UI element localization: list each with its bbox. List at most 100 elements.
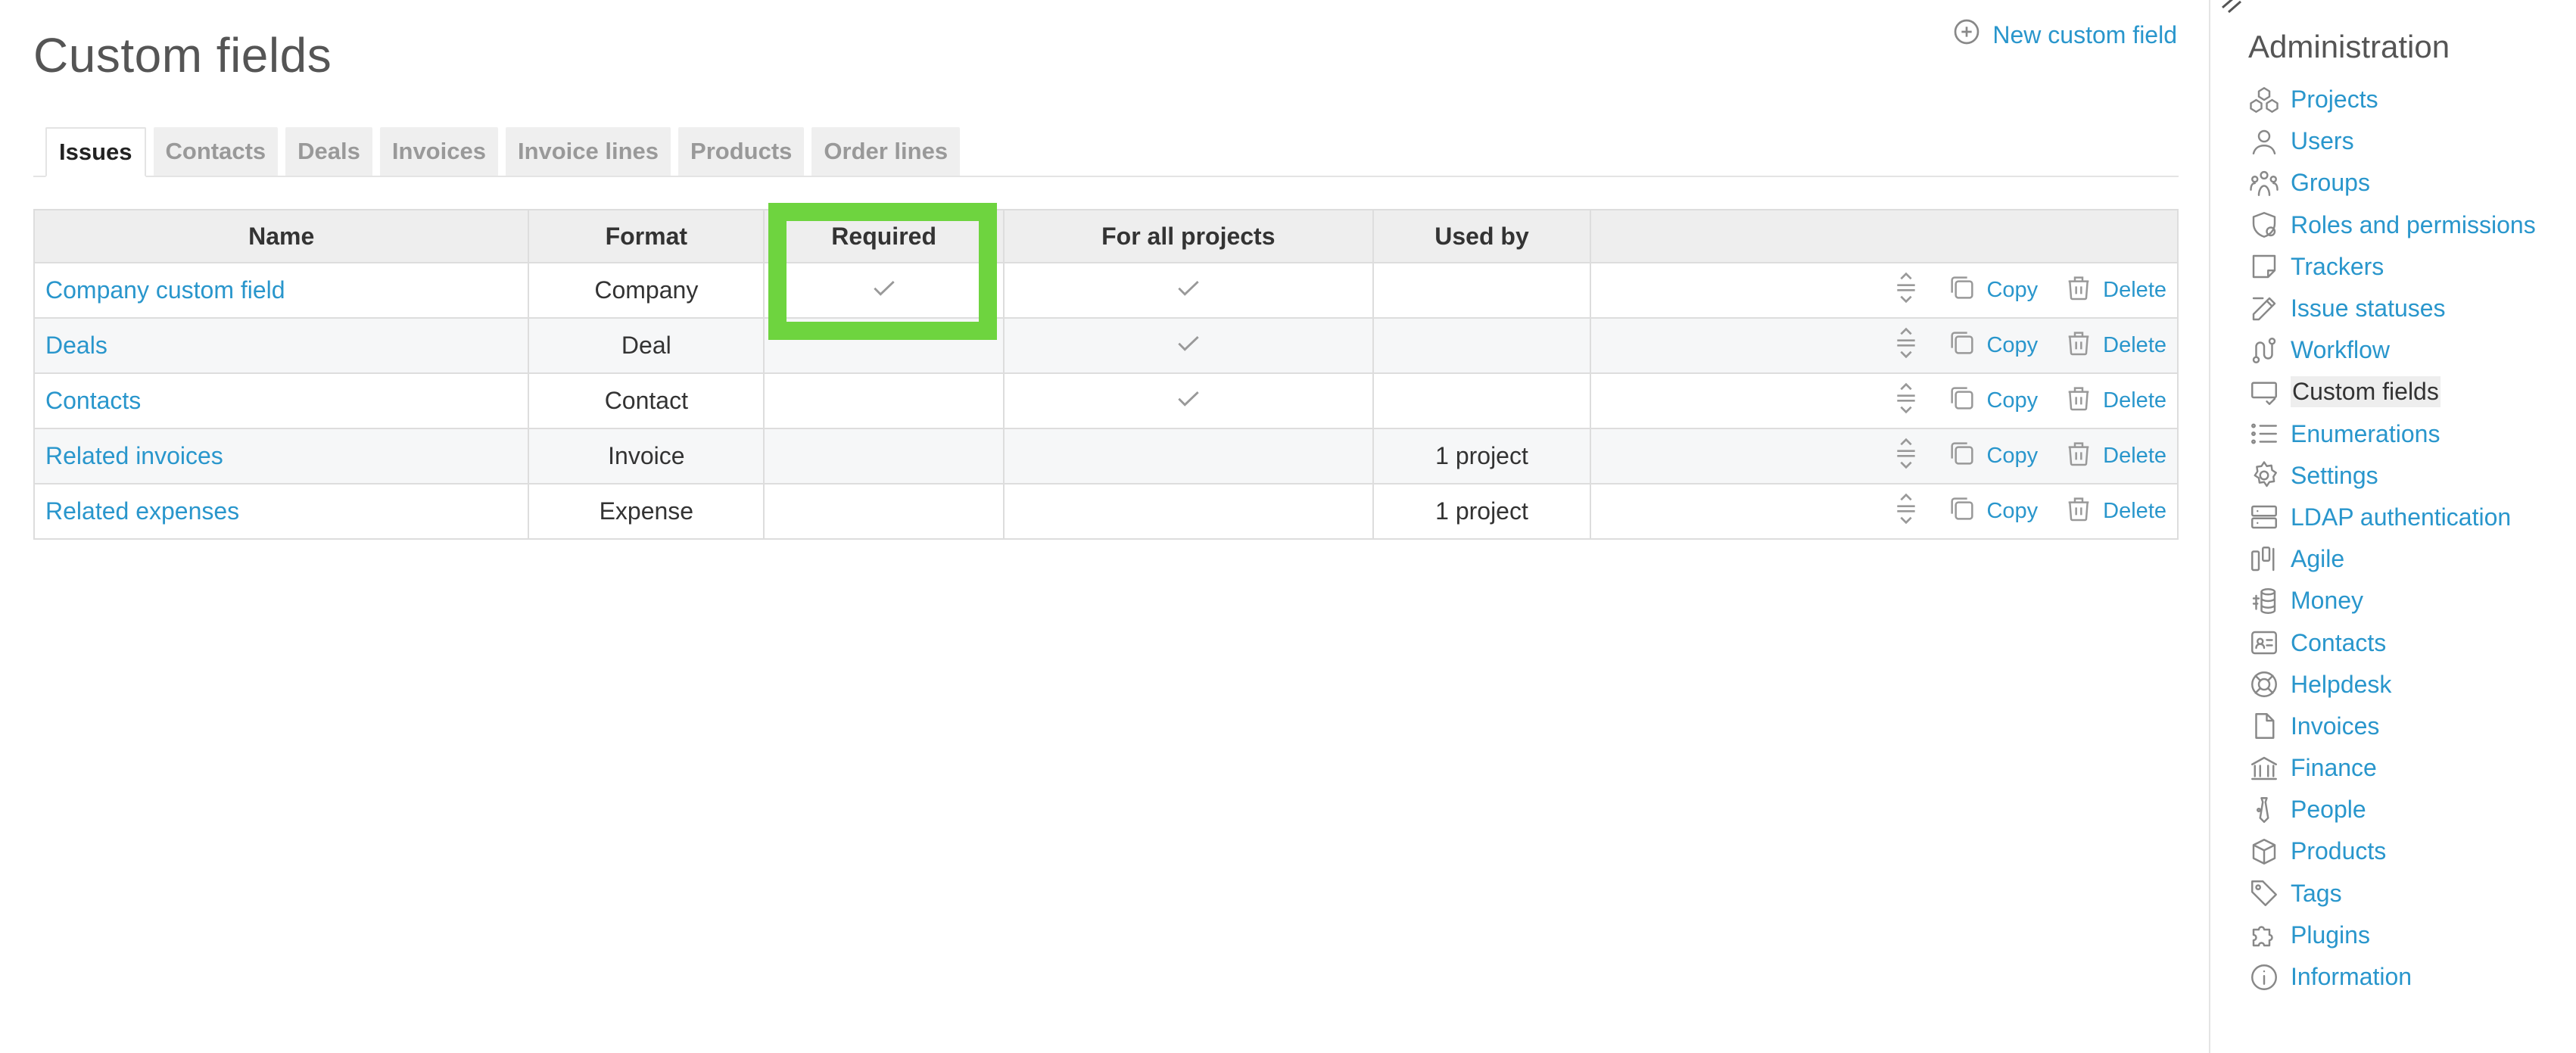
custom-field-link[interactable]: Related expenses <box>45 497 239 525</box>
sidebar-item-trackers[interactable]: Trackers <box>2248 246 2566 288</box>
delete-label: Delete <box>2103 333 2166 357</box>
copy-button[interactable]: Copy <box>1947 273 2038 309</box>
sidebar-item-people[interactable]: People <box>2248 789 2566 830</box>
new-custom-field-link[interactable]: New custom field <box>1951 17 2177 53</box>
sidebar-item-label[interactable]: Agile <box>2291 545 2344 573</box>
custom-field-link[interactable]: Deals <box>45 332 107 359</box>
sidebar-item-label[interactable]: Enumerations <box>2291 420 2440 448</box>
custom-field-link[interactable]: Contacts <box>45 387 141 414</box>
column-header-for-all-projects[interactable]: For all projects <box>1003 209 1374 263</box>
sidebar-item-label[interactable]: Products <box>2291 837 2386 865</box>
sidebar-item-label[interactable]: Workflow <box>2291 336 2390 364</box>
cell-for-all-projects <box>1003 262 1374 319</box>
sidebar-item-information[interactable]: Information <box>2248 956 2566 998</box>
custom-field-link[interactable]: Company custom field <box>45 276 285 304</box>
sidebar-item-label[interactable]: People <box>2291 796 2366 824</box>
copy-label: Copy <box>1986 444 2039 468</box>
sidebar-item-projects[interactable]: Projects <box>2248 79 2566 120</box>
cell-required <box>763 483 1005 540</box>
sidebar-item-label[interactable]: Settings <box>2291 462 2378 490</box>
sidebar-item-label[interactable]: Issue statuses <box>2291 294 2446 322</box>
workflow-icon <box>2248 335 2280 366</box>
sidebar-item-roles-and-permissions[interactable]: Roles and permissions <box>2248 204 2566 246</box>
tab-products[interactable]: Products <box>678 127 805 176</box>
sidebar-item-products[interactable]: Products <box>2248 830 2566 872</box>
tie-icon <box>2248 794 2280 826</box>
sidebar-item-label[interactable]: Information <box>2291 963 2412 991</box>
sidebar-item-agile[interactable]: Agile <box>2248 538 2566 580</box>
sidebar-item-plugins[interactable]: Plugins <box>2248 914 2566 956</box>
money-icon <box>2248 585 2280 617</box>
cell-for-all-projects <box>1003 372 1374 429</box>
sidebar-item-label[interactable]: Helpdesk <box>2291 671 2391 699</box>
sidebar-item-issue-statuses[interactable]: Issue statuses <box>2248 288 2566 329</box>
sidebar-item-label[interactable]: Trackers <box>2291 253 2384 281</box>
delete-label: Delete <box>2103 499 2166 523</box>
sidebar-item-custom-fields[interactable]: Custom fields <box>2248 371 2566 413</box>
copy-button[interactable]: Copy <box>1947 328 2038 364</box>
tab-invoices[interactable]: Invoices <box>379 127 498 176</box>
tab-order-lines[interactable]: Order lines <box>811 127 961 176</box>
sidebar-item-label[interactable]: LDAP authentication <box>2291 503 2511 531</box>
delete-button[interactable]: Delete <box>2064 438 2166 475</box>
copy-button[interactable]: Copy <box>1947 494 2038 530</box>
sidebar-item-helpdesk[interactable]: Helpdesk <box>2248 664 2566 706</box>
column-header-required[interactable]: Required <box>763 209 1005 263</box>
sidebar-item-groups[interactable]: Groups <box>2248 162 2566 204</box>
edit-icon <box>2248 293 2280 325</box>
shield-icon <box>2248 209 2280 241</box>
tab-invoice-lines[interactable]: Invoice lines <box>505 127 671 176</box>
cell-required <box>763 372 1005 429</box>
cell-actions: Copy Delete <box>1590 428 2179 484</box>
sort-handle-icon[interactable] <box>1891 382 1921 421</box>
sidebar-item-label[interactable]: Users <box>2291 127 2354 155</box>
delete-button[interactable]: Delete <box>2064 273 2166 309</box>
delete-label: Delete <box>2103 278 2166 302</box>
checkmark-icon <box>1174 335 1203 363</box>
tab-contacts[interactable]: Contacts <box>153 127 279 176</box>
sidebar-item-finance[interactable]: Finance <box>2248 747 2566 789</box>
delete-button[interactable]: Delete <box>2064 494 2166 530</box>
collapse-sidebar-icon[interactable] <box>2219 0 2250 15</box>
sidebar-item-contacts[interactable]: Contacts <box>2248 622 2566 663</box>
tab-issues[interactable]: Issues <box>45 127 146 177</box>
tab-deals[interactable]: Deals <box>285 127 372 176</box>
sidebar-item-label[interactable]: Groups <box>2291 169 2370 197</box>
copy-icon <box>1947 383 1977 419</box>
note-icon <box>2248 251 2280 282</box>
sort-handle-icon[interactable] <box>1891 271 1921 310</box>
sort-handle-icon[interactable] <box>1891 492 1921 531</box>
copy-button[interactable]: Copy <box>1947 438 2038 475</box>
custom-field-icon <box>2248 376 2280 408</box>
sidebar-item-label[interactable]: Projects <box>2291 86 2378 114</box>
cell-for-all-projects <box>1003 317 1374 374</box>
box-icon <box>2248 836 2280 868</box>
sort-handle-icon[interactable] <box>1891 437 1921 476</box>
copy-icon <box>1947 328 1977 364</box>
sidebar-item-label[interactable]: Roles and permissions <box>2291 211 2536 239</box>
column-header-used-by[interactable]: Used by <box>1372 209 1592 263</box>
sidebar-item-label[interactable]: Plugins <box>2291 921 2370 949</box>
tabs: Issues Contacts Deals Invoices Invoice l… <box>33 127 2179 177</box>
sidebar-item-label[interactable]: Tags <box>2291 880 2342 908</box>
column-header-name[interactable]: Name <box>33 209 530 263</box>
sidebar-item-money[interactable]: Money <box>2248 580 2566 622</box>
custom-fields-table: Name Format Required For all projects Us… <box>33 209 2179 540</box>
sidebar-item-users[interactable]: Users <box>2248 120 2566 162</box>
sidebar-item-ldap-authentication[interactable]: LDAP authentication <box>2248 497 2566 538</box>
custom-field-link[interactable]: Related invoices <box>45 442 223 469</box>
delete-button[interactable]: Delete <box>2064 328 2166 364</box>
sidebar-item-settings[interactable]: Settings <box>2248 455 2566 497</box>
sort-handle-icon[interactable] <box>1891 326 1921 366</box>
copy-button[interactable]: Copy <box>1947 383 2038 419</box>
sidebar-item-label[interactable]: Invoices <box>2291 712 2379 740</box>
column-header-format[interactable]: Format <box>528 209 765 263</box>
sidebar-item-workflow[interactable]: Workflow <box>2248 329 2566 371</box>
sidebar-item-label[interactable]: Contacts <box>2291 629 2386 657</box>
sidebar-item-tags[interactable]: Tags <box>2248 873 2566 914</box>
sidebar-item-label[interactable]: Finance <box>2291 754 2377 782</box>
sidebar-item-enumerations[interactable]: Enumerations <box>2248 413 2566 455</box>
delete-button[interactable]: Delete <box>2064 383 2166 419</box>
sidebar-item-label[interactable]: Money <box>2291 587 2363 615</box>
sidebar-item-invoices[interactable]: Invoices <box>2248 706 2566 747</box>
